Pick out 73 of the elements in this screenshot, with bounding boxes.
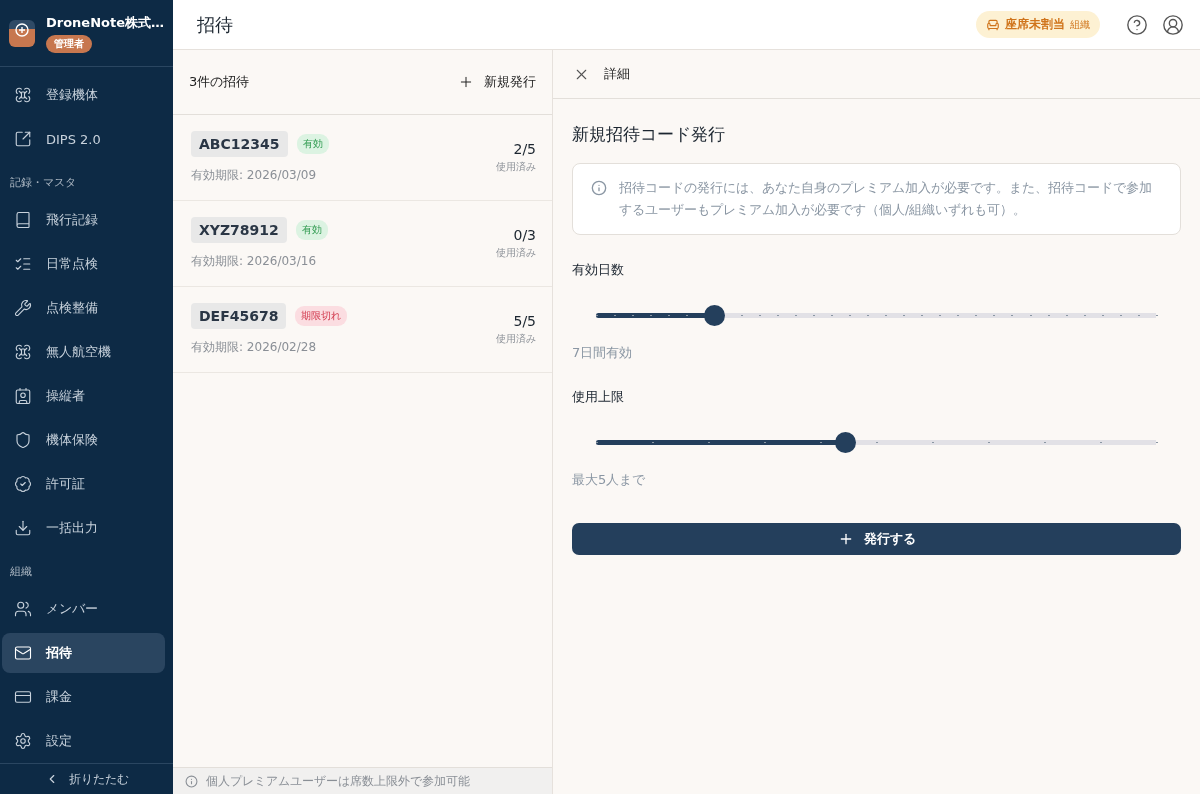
expiry-date: 有効期限: 2026/03/16 — [191, 253, 318, 270]
section-heading: 記録・マスタ — [9, 175, 77, 191]
nav-item[interactable]: DIPS 2.0 — [2, 119, 165, 159]
credit-card-icon — [14, 688, 32, 706]
settings-icon — [14, 732, 32, 750]
nav-item[interactable]: メンバー — [2, 589, 165, 629]
slider-label: 使用上限 — [572, 388, 625, 406]
notice-text: 招待コードの発行には、あなた自身のプレミアム加入が必要です。また、招待コードで参加するユーザーもプレミアム加入が必要です（個人/組織いずれも可）。 — [619, 179, 1153, 219]
seat-icon — [986, 17, 1000, 32]
shield-icon — [14, 431, 32, 449]
invite-code: DEF45678 — [191, 303, 287, 329]
expiry-date: 有効期限: 2026/02/28 — [191, 339, 318, 356]
issue-button[interactable]: 発行する — [572, 523, 1181, 555]
usage-count: 5/5 — [513, 313, 536, 329]
nav-item[interactable]: 招待 — [2, 633, 165, 673]
help-button[interactable] — [1126, 13, 1148, 36]
nav-item[interactable]: 日常点検 — [2, 244, 165, 284]
nav-item[interactable]: 登録機体 — [2, 75, 165, 115]
badge-check-icon — [14, 475, 32, 493]
drone-icon — [14, 86, 32, 104]
usage-count: 0/3 — [513, 227, 536, 243]
mail-icon — [14, 644, 32, 662]
user-button[interactable] — [1162, 13, 1184, 36]
notebook-icon — [14, 211, 32, 229]
usage-label: 使用済み — [496, 246, 536, 260]
info-icon — [591, 180, 607, 196]
slider-label: 有効日数 — [572, 261, 625, 279]
usage-count: 2/5 — [513, 141, 536, 157]
status-badge: 期限切れ — [295, 306, 348, 326]
nav-item[interactable]: 課金 — [2, 677, 165, 717]
org-name: DroneNote株式… — [45, 13, 164, 32]
slider-thumb[interactable] — [703, 305, 725, 326]
role-badge: 管理者 — [45, 34, 92, 53]
wrench-icon — [14, 299, 32, 317]
seat-label: 座席未割当 — [1005, 16, 1065, 33]
new-invite-button[interactable]: 新規発行 — [458, 67, 536, 97]
nav-item[interactable]: 一括出力 — [2, 508, 165, 548]
slider-reading: 最大5人まで — [572, 471, 647, 489]
page-title: 招待 — [197, 12, 234, 37]
invite-count: 3件の招待 — [189, 73, 250, 91]
drone-icon — [14, 343, 32, 361]
invite-row[interactable]: DEF45678 期限切れ 有効期限: 2026/02/28 5/5 使用済み — [173, 287, 552, 373]
users-icon — [14, 600, 32, 618]
info-icon — [185, 774, 198, 788]
external-link-icon — [14, 130, 32, 148]
logo-icon — [9, 19, 35, 47]
usage-label: 使用済み — [496, 332, 536, 346]
slider-thumb[interactable] — [835, 432, 857, 453]
form-heading: 新規招待コード発行 — [572, 123, 726, 146]
invite-row[interactable]: ABC12345 有効 有効期限: 2026/03/09 2/5 使用済み — [173, 115, 552, 201]
nav-item[interactable]: 飛行記録 — [2, 200, 165, 240]
nav-item[interactable]: 無人航空機 — [2, 332, 165, 372]
nav-item[interactable]: 設定 — [2, 721, 165, 761]
id-card-icon — [14, 387, 32, 405]
nav-item[interactable]: 許可証 — [2, 464, 165, 504]
expiry-date: 有効期限: 2026/03/09 — [191, 167, 318, 184]
download-icon — [14, 519, 32, 537]
checklist-icon — [14, 255, 32, 273]
section-heading: 組織 — [9, 564, 33, 580]
panel-title: 詳細 — [604, 65, 630, 83]
status-badge: 有効 — [296, 134, 329, 154]
plus-icon — [458, 74, 474, 90]
seat-scope: 組織 — [1070, 17, 1090, 32]
invite-row[interactable]: XYZ78912 有効 有効期限: 2026/03/16 0/3 使用済み — [173, 201, 552, 287]
slider-reading: 7日間有効 — [572, 344, 634, 362]
invite-code: ABC12345 — [191, 131, 288, 157]
footer-text: 個人プレミアムユーザーは席数上限外で参加可能 — [206, 772, 470, 790]
status-badge: 有効 — [295, 220, 328, 240]
nav-item[interactable]: 点検整備 — [2, 288, 165, 328]
usage-label: 使用済み — [496, 160, 536, 174]
nav-item[interactable]: 機体保険 — [2, 420, 165, 460]
nav-item[interactable]: 操縦者 — [2, 376, 165, 416]
invite-code: XYZ78912 — [191, 217, 287, 243]
